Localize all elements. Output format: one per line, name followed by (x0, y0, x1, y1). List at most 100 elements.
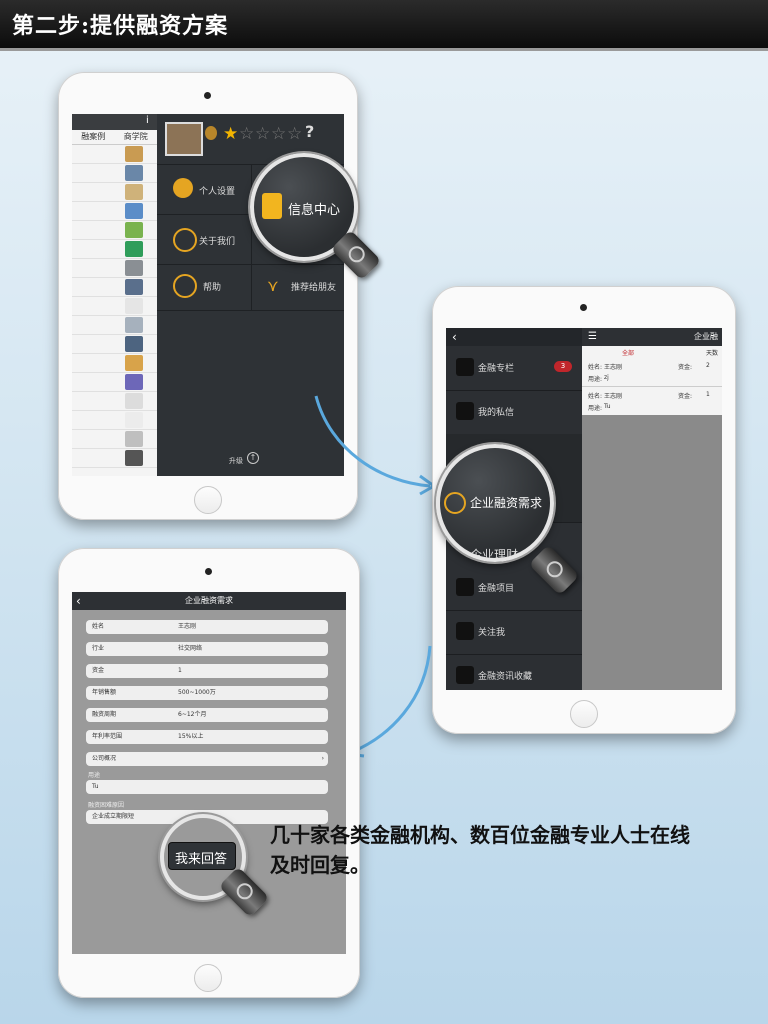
person-icon (456, 622, 474, 640)
thumbnail-image (125, 146, 143, 162)
answer-button[interactable]: 我来回答 (168, 842, 236, 870)
list-item[interactable] (72, 316, 157, 335)
form-row: 姓名 王志刚 (86, 620, 328, 634)
back-button[interactable]: ‹ (446, 328, 582, 346)
divider (251, 164, 252, 310)
field-value: 2 (706, 362, 710, 369)
document-icon (262, 193, 282, 219)
star-empty-icon: ☆ (287, 124, 303, 144)
screen-title: 企业融资需求 (185, 596, 233, 605)
divider (157, 310, 344, 311)
list-item[interactable] (72, 278, 157, 297)
company-overview-row[interactable]: 公司概况 › (86, 752, 328, 766)
form-row: 融资周期 6~12个月 (86, 708, 328, 722)
list-item[interactable] (72, 430, 157, 449)
list-item[interactable] (72, 259, 157, 278)
tab-cases[interactable]: 融案例 (72, 130, 115, 144)
list-item[interactable] (72, 202, 157, 221)
flow-arrow (314, 395, 437, 496)
menu-item-messages[interactable]: 我的私信 (446, 390, 582, 435)
field-label: 年销售额 (92, 689, 117, 696)
list-item[interactable] (72, 392, 157, 411)
menu-label: 金融项目 (478, 584, 515, 594)
list-item[interactable] (72, 145, 157, 164)
thumbnail-image (125, 279, 143, 295)
field-value: zj (604, 374, 609, 381)
list-item[interactable] (72, 354, 157, 373)
camera-dot (580, 304, 587, 311)
field-value: 500~1000万 (178, 689, 216, 696)
page-header: 第二步:提供融资方案 (0, 0, 768, 51)
field-value: 企业成立期限短 (92, 813, 135, 820)
camera-dot (204, 92, 211, 99)
thumbnail-image (125, 184, 143, 200)
magnified-label: 信息中心 (288, 203, 341, 218)
tab-all[interactable]: 全部 (622, 348, 634, 357)
ipad3-screen: ‹ 企业融资需求 姓名 王志刚 行业 社交网络 资金 1 年销售额 500~1000万 … (72, 592, 346, 954)
list-item[interactable] (72, 297, 157, 316)
field-value: 1 (178, 667, 182, 674)
demand-form: 姓名 王志刚 行业 社交网络 资金 1 年销售额 500~1000万 融资周期 6~12个… (72, 610, 346, 954)
camera-dot (205, 568, 212, 575)
tab-business-school[interactable]: 商学院 (115, 130, 158, 144)
home-button[interactable] (194, 964, 222, 992)
list-item[interactable] (72, 373, 157, 392)
panel-title: 企业融 (694, 332, 718, 341)
gear-icon (173, 178, 193, 198)
upgrade-label: 升级 (229, 457, 243, 465)
menu-item-follow[interactable]: 关注我 (446, 610, 582, 655)
help-circle-icon (173, 274, 197, 298)
list-item[interactable] (72, 221, 157, 240)
field-value: 社交网络 (178, 645, 203, 652)
star-empty-icon: ☆ (271, 124, 287, 144)
field-value: 王志刚 (178, 623, 197, 630)
field-value: 6~12个月 (178, 711, 207, 718)
thumbnail-image (125, 450, 143, 466)
reason-label: 融资困难原因 (88, 802, 125, 809)
field-value: 王志刚 (604, 364, 623, 371)
thumbnail-image (125, 241, 143, 257)
chevron-right-icon: › (321, 755, 324, 762)
thumbnail-image (125, 393, 143, 409)
list-item[interactable]: 姓名: 王志刚 资金: 1 用途: Tu (582, 387, 722, 415)
thumbnail-image (125, 317, 143, 333)
list-icon[interactable]: ☰ (588, 328, 597, 346)
globe-search-icon (444, 492, 466, 514)
list-item[interactable] (72, 335, 157, 354)
list-item[interactable] (72, 449, 157, 468)
list-item[interactable] (72, 240, 157, 259)
caption-text: 几十家各类金融机构、数百位金融专业人士在线及时回复。 (270, 823, 690, 877)
upload-arrow-icon: ↑ (247, 452, 259, 464)
field-value: Tu (92, 783, 99, 790)
field-label: 资金 (92, 667, 105, 674)
menu-label: 金融专栏 (478, 364, 515, 374)
field-value: 王志刚 (604, 393, 623, 400)
thumbnail-image (125, 165, 143, 181)
avatar[interactable] (165, 122, 203, 156)
list-item[interactable] (72, 183, 157, 202)
menu-item-finance-column[interactable]: 金融专栏 3 (446, 346, 582, 391)
list-item[interactable] (72, 164, 157, 183)
help-question-icon[interactable]: ? (305, 122, 314, 141)
field-label: 行业 (92, 645, 105, 652)
thumbnail-image (125, 336, 143, 352)
home-button[interactable] (194, 486, 222, 514)
info-icon[interactable]: i (146, 115, 149, 126)
field-value: Tu (604, 403, 611, 410)
list-item[interactable]: 姓名: 王志刚 资金: 2 用途: zj (582, 358, 722, 387)
list-item[interactable] (72, 468, 157, 476)
back-button[interactable]: ‹ (76, 592, 81, 610)
field-label: 用途: (588, 405, 603, 412)
home-button[interactable] (570, 700, 598, 728)
field-label: 资金: (678, 364, 693, 371)
tab-days[interactable]: 天数 (706, 348, 718, 357)
field-label: 公司概况 (92, 755, 117, 762)
star-empty-icon: ☆ (239, 124, 255, 144)
demand-list-panel: ☰ 企业融 全部 天数 姓名: 王志刚 资金: 2 用途: zj 姓名: 王志刚… (582, 328, 722, 690)
menu-label: 关注我 (478, 628, 506, 638)
menu-item-favorites[interactable]: 金融资讯收藏 (446, 654, 582, 690)
star-filled-icon: ★ (223, 124, 239, 144)
field-label: 年利率范围 (92, 733, 123, 740)
list-header-bar: i (72, 114, 157, 130)
list-item[interactable] (72, 411, 157, 430)
